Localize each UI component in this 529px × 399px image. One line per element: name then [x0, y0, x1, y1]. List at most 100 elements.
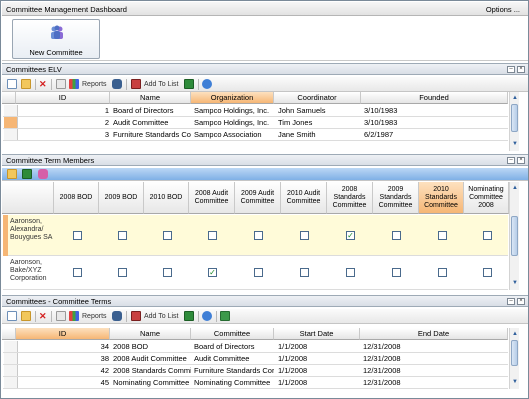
open-folder-icon[interactable]	[21, 79, 31, 89]
column-header-2008-bod[interactable]: 2008 BOD	[54, 182, 99, 214]
membership-checkbox[interactable]	[254, 268, 263, 277]
column-header-nominating-2008[interactable]: Nominating Committee 2008	[464, 182, 509, 214]
table-row[interactable]: 3 Furniture Standards Cor Sampco Associa…	[3, 129, 508, 141]
column-header-name[interactable]: Name	[110, 92, 191, 104]
membership-checkbox[interactable]	[254, 231, 263, 240]
close-icon[interactable]: ×	[517, 298, 525, 305]
print-icon[interactable]	[56, 79, 66, 89]
delete-icon[interactable]: ✕	[39, 79, 47, 90]
table-row[interactable]: 38 2008 Audit Committee Audit Committee …	[3, 353, 508, 365]
binoculars-icon[interactable]	[112, 311, 122, 321]
reports-button[interactable]: Reports	[82, 79, 107, 90]
row-selector[interactable]	[4, 129, 18, 140]
save-icon[interactable]	[22, 169, 32, 179]
minimize-icon[interactable]: –	[507, 157, 515, 164]
column-header-end-date[interactable]: End Date	[360, 328, 508, 340]
reports-button[interactable]: Reports	[82, 311, 107, 322]
open-folder-icon[interactable]	[21, 311, 31, 321]
close-icon[interactable]: ×	[517, 157, 525, 164]
open-folder-icon[interactable]	[7, 169, 17, 179]
scroll-thumb[interactable]	[511, 216, 518, 256]
membership-checkbox[interactable]	[438, 268, 447, 277]
column-header-coordinator[interactable]: Coordinator	[274, 92, 361, 104]
binoculars-icon[interactable]	[112, 79, 122, 89]
minimize-icon[interactable]: –	[507, 298, 515, 305]
membership-checkbox[interactable]	[483, 268, 492, 277]
row-selector[interactable]	[4, 377, 18, 388]
membership-checkbox[interactable]	[163, 231, 172, 240]
add-to-list-icon[interactable]	[131, 311, 141, 321]
membership-checkbox[interactable]	[438, 231, 447, 240]
column-header-2010-standards[interactable]: 2010 Standards Committee	[419, 182, 464, 214]
scroll-up-icon[interactable]: ▲	[511, 184, 519, 192]
table-row[interactable]: 2 Audit Committee Sampco Holdings, Inc. …	[3, 117, 508, 129]
print-icon[interactable]	[56, 311, 66, 321]
column-header-2009-audit[interactable]: 2009 Audit Committee	[235, 182, 281, 214]
column-header-2010-audit[interactable]: 2010 Audit Committee	[281, 182, 327, 214]
add-to-list-button[interactable]: Add To List	[144, 311, 179, 322]
membership-checkbox[interactable]	[392, 231, 401, 240]
row-selector[interactable]	[4, 341, 18, 352]
membership-checkbox[interactable]	[483, 231, 492, 240]
vertical-scrollbar[interactable]: ▲ ▼	[509, 92, 519, 151]
column-header-2008-audit[interactable]: 2008 Audit Committee	[189, 182, 235, 214]
refresh-icon[interactable]	[202, 311, 212, 321]
membership-checkbox-checked[interactable]: ✓	[208, 268, 217, 277]
row-selector[interactable]	[4, 353, 18, 364]
scroll-down-icon[interactable]: ▼	[511, 378, 519, 386]
column-header-founded[interactable]: Founded	[361, 92, 508, 104]
membership-checkbox[interactable]	[208, 231, 217, 240]
table-row[interactable]: 1 Board of Directors Sampco Holdings, In…	[3, 105, 508, 117]
minimize-icon[interactable]: –	[507, 66, 515, 73]
column-header-2008-standards[interactable]: 2008 Standards Committee	[327, 182, 373, 214]
scroll-up-icon[interactable]: ▲	[511, 330, 519, 338]
scroll-up-icon[interactable]: ▲	[511, 94, 519, 102]
options-menu[interactable]: Options ...	[486, 5, 520, 14]
scroll-thumb[interactable]	[511, 104, 518, 132]
scroll-thumb[interactable]	[511, 340, 518, 366]
membership-checkbox[interactable]	[73, 231, 82, 240]
membership-checkbox-checked[interactable]: ✓	[346, 231, 355, 240]
reports-icon[interactable]	[69, 311, 79, 321]
delete-icon[interactable]: ✕	[39, 311, 47, 322]
eraser-icon[interactable]	[38, 169, 48, 179]
add-to-list-button[interactable]: Add To List	[144, 79, 179, 90]
column-header-start-date[interactable]: Start Date	[274, 328, 360, 340]
new-committee-button[interactable]: New Committee	[12, 19, 100, 59]
column-header-id[interactable]: ID	[16, 92, 110, 104]
row-selector[interactable]	[4, 105, 18, 116]
scroll-down-icon[interactable]: ▼	[511, 140, 519, 148]
membership-checkbox[interactable]	[300, 268, 309, 277]
vertical-scrollbar[interactable]: ▲ ▼	[509, 182, 519, 290]
close-icon[interactable]: ×	[517, 66, 525, 73]
member-row[interactable]: Aaronson, Alexandra/ Bouygues SA ✓	[3, 215, 508, 256]
refresh-icon[interactable]	[202, 79, 212, 89]
row-selector[interactable]	[3, 215, 8, 256]
vertical-scrollbar[interactable]: ▲ ▼	[509, 328, 519, 389]
row-selector[interactable]	[4, 117, 18, 128]
member-row[interactable]: Aaronson, Bake/XYZ Corporation ✓	[3, 257, 508, 290]
column-header-committee[interactable]: Committee	[191, 328, 274, 340]
column-header-name[interactable]: Name	[110, 328, 191, 340]
membership-checkbox[interactable]	[118, 268, 127, 277]
column-header-organization[interactable]: Organization	[191, 92, 274, 104]
table-row[interactable]: 34 2008 BOD Board of Directors 1/1/2008 …	[3, 341, 508, 353]
reports-icon[interactable]	[69, 79, 79, 89]
new-record-icon[interactable]	[7, 79, 17, 89]
column-header-2010-bod[interactable]: 2010 BOD	[144, 182, 189, 214]
export-icon[interactable]	[220, 311, 230, 321]
table-row[interactable]: 42 2008 Standards Committ Furniture Stan…	[3, 365, 508, 377]
membership-checkbox[interactable]	[73, 268, 82, 277]
excel-icon[interactable]	[184, 311, 194, 321]
membership-checkbox[interactable]	[346, 268, 355, 277]
scroll-down-icon[interactable]: ▼	[511, 279, 519, 287]
membership-checkbox[interactable]	[392, 268, 401, 277]
add-to-list-icon[interactable]	[131, 79, 141, 89]
column-header-id[interactable]: ID	[16, 328, 110, 340]
membership-checkbox[interactable]	[118, 231, 127, 240]
membership-checkbox[interactable]	[163, 268, 172, 277]
row-selector[interactable]	[4, 365, 18, 376]
table-row[interactable]: 45 Nominating Committee 2 Nominating Com…	[3, 377, 508, 389]
new-record-icon[interactable]	[7, 311, 17, 321]
column-header-2009-bod[interactable]: 2009 BOD	[99, 182, 144, 214]
